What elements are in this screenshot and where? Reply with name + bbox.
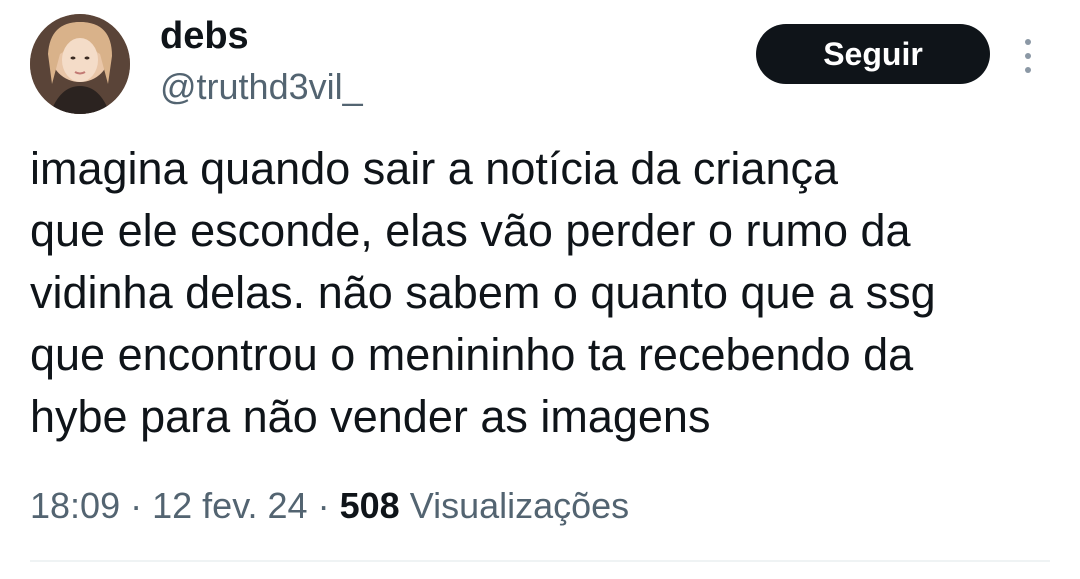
tweet-text-line: hybe para não vender as imagens [30,391,711,442]
meta-separator: · [130,485,143,526]
tweet-text: imagina quando sair a notícia da criança… [30,138,1030,448]
tweet-text-line: que encontrou o menininho ta recebendo d… [30,329,914,380]
tweet-text-line: vidinha delas. não sabem o quanto que a … [30,267,936,318]
tweet-card: debs @truthd3vil_ Seguir imagina quando … [0,0,1080,579]
user-handle[interactable]: @truthd3vil_ [160,66,363,108]
follow-button[interactable]: Seguir [756,24,990,84]
avatar[interactable] [30,14,130,114]
avatar-image [30,14,130,114]
tweet-date[interactable]: 12 fev. 24 [152,485,307,526]
views-label: Visualizações [409,485,630,526]
views-count: 508 [339,485,400,526]
divider [30,560,1050,562]
tweet-text-line: imagina quando sair a notícia da criança [30,143,839,194]
tweet-time[interactable]: 18:09 [30,485,120,526]
display-name[interactable]: debs [160,14,249,58]
tweet-meta: 18:09 · 12 fev. 24 · 508 Visualizações [30,484,629,528]
meta-separator: · [317,485,330,526]
more-vertical-icon[interactable] [1016,36,1040,76]
tweet-text-line: que ele esconde, elas vão perder o rumo … [30,205,911,256]
